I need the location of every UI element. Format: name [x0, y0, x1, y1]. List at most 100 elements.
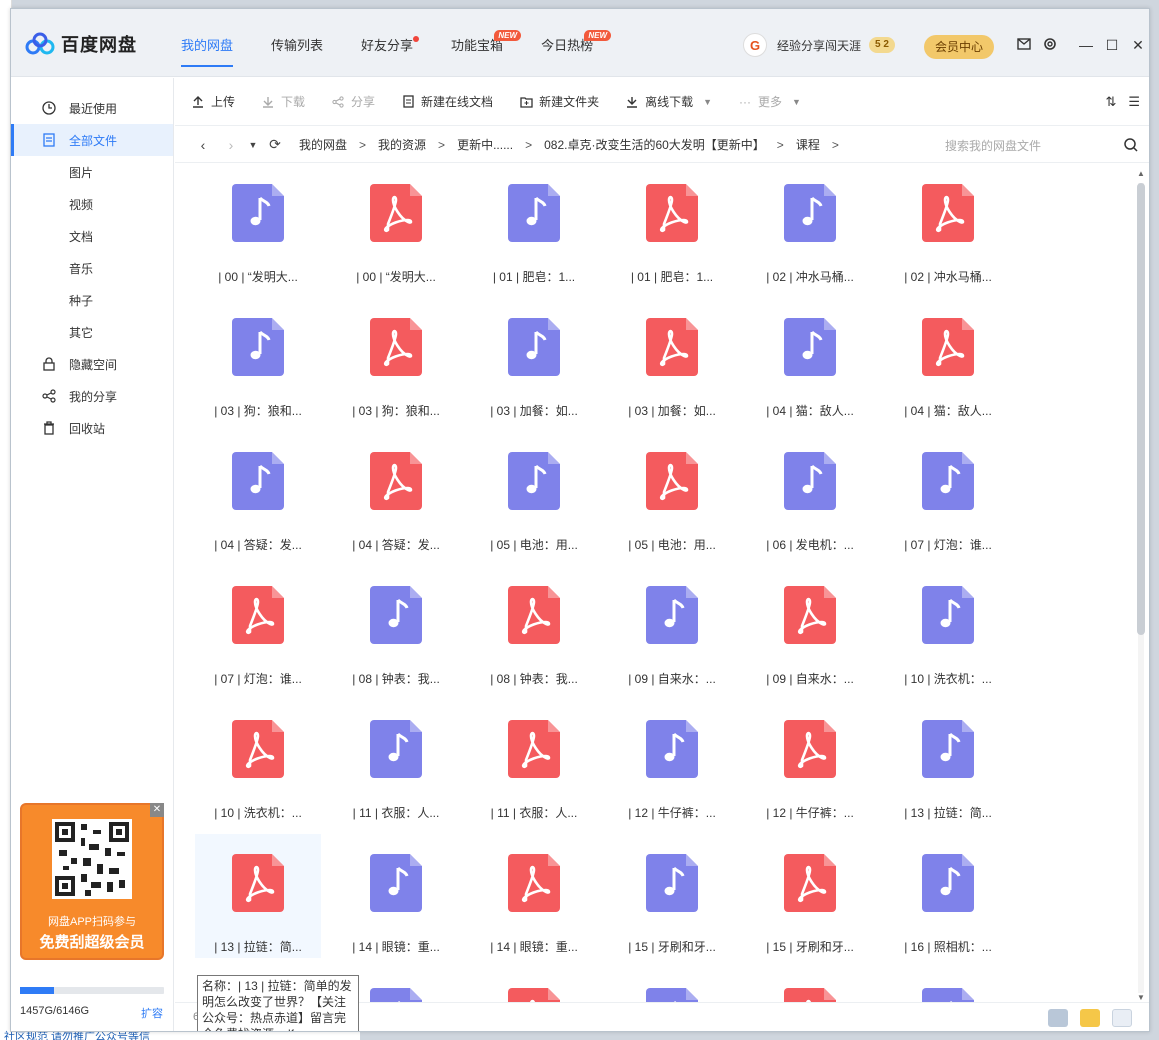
file-item[interactable]: | 00 | “发明大...	[333, 164, 459, 288]
sidebar-item-label: 图片	[69, 165, 94, 180]
upload-button[interactable]: 上传	[191, 93, 235, 110]
file-item[interactable]: | 01 | 肥皂：1...	[471, 164, 597, 288]
search-icon[interactable]	[1123, 137, 1139, 153]
sidebar-item-hidden-space[interactable]: 隐藏空间	[11, 348, 173, 380]
mail-icon[interactable]	[1015, 37, 1033, 55]
file-item[interactable]: | 08 | 钟表：我...	[471, 566, 597, 690]
new-badge: NEW	[584, 30, 612, 41]
username[interactable]: 经验分享闯天涯	[777, 37, 861, 54]
tab-my-disk[interactable]: 我的网盘	[181, 9, 234, 77]
file-item[interactable]: | 09 | 自来水：...	[747, 566, 873, 690]
file-item[interactable]: | 02 | 冲水马桶...	[885, 164, 1011, 288]
sidebar-item-music[interactable]: 音乐	[11, 252, 173, 284]
history-dropdown-icon[interactable]: ▼	[245, 140, 261, 150]
file-item[interactable]: | 05 | 电池：用...	[471, 432, 597, 556]
file-name: | 14 | 眼镜：重...	[352, 940, 440, 954]
sidebar-item-images[interactable]: 图片	[11, 156, 173, 188]
file-item[interactable]: | 13 | 拉链：简...	[885, 700, 1011, 824]
file-item[interactable]: | 09 | 自来水：...	[609, 566, 735, 690]
expand-storage-link[interactable]: 扩容	[141, 1005, 163, 1021]
new-folder-button[interactable]: 新建文件夹	[519, 93, 599, 110]
breadcrumb-item[interactable]: 更新中......	[457, 136, 513, 153]
sidebar-item-documents[interactable]: 文档	[11, 220, 173, 252]
vertical-scrollbar[interactable]: ▲ ▼	[1135, 169, 1147, 1009]
tab-friend-share[interactable]: 好友分享	[361, 9, 420, 77]
new-online-doc-button[interactable]: 新建在线文档	[401, 93, 493, 110]
file-item[interactable]: | 07 | 灯泡：谁...	[195, 566, 321, 690]
offline-download-button[interactable]: 离线下载 ▼	[625, 93, 712, 110]
file-item[interactable]: | 05 | 电池：用...	[609, 432, 735, 556]
share-button[interactable]: 分享	[331, 93, 375, 110]
file-item[interactable]: | 08 | 钟表：我...	[333, 566, 459, 690]
sidebar-item-recycle-bin[interactable]: 回收站	[11, 412, 173, 444]
sidebar-item-others[interactable]: 其它	[11, 316, 173, 348]
file-item[interactable]: | 03 | 加餐：如...	[471, 298, 597, 422]
sidebar-item-torrents[interactable]: 种子	[11, 284, 173, 316]
file-item[interactable]: | 11 | 衣服：人...	[471, 700, 597, 824]
refresh-icon[interactable]: ⟳	[261, 136, 289, 153]
sidebar-item-videos[interactable]: 视频	[11, 188, 173, 220]
breadcrumb-item[interactable]: 我的网盘	[299, 136, 347, 153]
file-item[interactable]: | 04 | 答疑：发...	[333, 432, 459, 556]
pdf-file-icon	[508, 586, 560, 644]
file-item[interactable]: | 04 | 答疑：发...	[195, 432, 321, 556]
file-item[interactable]: | 04 | 猫：敌人...	[747, 298, 873, 422]
breadcrumb-item[interactable]: 082.卓克·改变生活的60大发明【更新中】	[544, 136, 765, 153]
vip-center-button[interactable]: 会员中心	[924, 35, 994, 59]
file-item[interactable]: | 15 | 牙刷和牙...	[609, 834, 735, 958]
pdf-file-icon	[784, 720, 836, 778]
file-name: | 11 | 衣服：人...	[352, 806, 440, 820]
file-item[interactable]: | 03 | 狗：狼和...	[195, 298, 321, 422]
cloud-sync-icon[interactable]	[1048, 1009, 1068, 1027]
back-icon[interactable]: ‹	[189, 137, 217, 153]
tab-transfer-list[interactable]: 传输列表	[271, 9, 323, 77]
tab-toolbox[interactable]: 功能宝箱 NEW	[451, 9, 522, 77]
file-item[interactable]: | 14 | 眼镜：重...	[333, 834, 459, 958]
breadcrumb-item[interactable]: 课程	[796, 136, 820, 153]
file-item[interactable]: | 00 | “发明大...	[195, 164, 321, 288]
gear-icon[interactable]	[1041, 37, 1059, 55]
minimize-icon[interactable]: —	[1073, 35, 1099, 55]
sort-icon[interactable]: ⇅	[1105, 94, 1116, 110]
download-button[interactable]: 下载	[261, 93, 305, 110]
scroll-down-icon[interactable]: ▼	[1135, 993, 1147, 1002]
app-icon[interactable]	[1112, 1009, 1132, 1027]
file-item[interactable]: | 10 | 洗衣机：...	[885, 566, 1011, 690]
search-box[interactable]: 搜索我的网盘文件	[935, 127, 1145, 163]
file-item[interactable]: | 14 | 眼镜：重...	[471, 834, 597, 958]
file-item[interactable]: | 06 | 发电机：...	[747, 432, 873, 556]
close-icon[interactable]: ✕	[150, 803, 164, 817]
close-icon[interactable]: ✕	[1125, 35, 1149, 55]
file-item[interactable]: | 12 | 牛仔裤：...	[609, 700, 735, 824]
file-item[interactable]: | 11 | 衣服：人...	[333, 700, 459, 824]
user-info[interactable]: G 经验分享闯天涯 5 2	[743, 33, 895, 57]
file-item[interactable]: | 02 | 冲水马桶...	[747, 164, 873, 288]
new-doc-label: 新建在线文档	[421, 95, 494, 109]
sidebar-item-all-files[interactable]: 全部文件	[11, 124, 173, 156]
file-item[interactable]: | 04 | 猫：敌人...	[885, 298, 1011, 422]
file-item[interactable]: | 03 | 狗：狼和...	[333, 298, 459, 422]
sidebar-item-recent[interactable]: 最近使用	[11, 92, 173, 124]
file-item[interactable]: | 10 | 洗衣机：...	[195, 700, 321, 824]
promo-banner[interactable]: ✕ 网盘APP扫码参与 免费刮超级会员	[20, 803, 164, 960]
file-item[interactable]: | 01 | 肥皂：1...	[609, 164, 735, 288]
forward-icon[interactable]: ›	[217, 137, 245, 153]
gift-icon[interactable]	[1080, 1009, 1100, 1027]
tab-hot-list[interactable]: 今日热榜 NEW	[541, 9, 612, 77]
maximize-icon[interactable]: ☐	[1099, 35, 1125, 55]
scroll-up-icon[interactable]: ▲	[1135, 169, 1147, 178]
sidebar-item-my-share[interactable]: 我的分享	[11, 380, 173, 412]
list-view-icon[interactable]: ☰	[1128, 94, 1140, 110]
file-item[interactable]: | 13 | 拉链：简...	[195, 834, 321, 958]
file-item[interactable]: | 07 | 灯泡：谁...	[885, 432, 1011, 556]
scroll-thumb[interactable]	[1137, 183, 1145, 635]
more-button[interactable]: ··· 更多 ▼	[738, 93, 801, 110]
file-item[interactable]: | 16 | 照相机：...	[885, 834, 1011, 958]
file-name: | 07 | 灯泡：谁...	[904, 538, 992, 552]
file-item[interactable]: | 12 | 牛仔裤：...	[747, 700, 873, 824]
breadcrumb-item[interactable]: 我的资源	[378, 136, 426, 153]
avatar[interactable]: G	[743, 33, 767, 57]
file-item[interactable]: | 03 | 加餐：如...	[609, 298, 735, 422]
file-item[interactable]: | 15 | 牙刷和牙...	[747, 834, 873, 958]
search-input[interactable]: 搜索我的网盘文件	[945, 137, 1123, 154]
